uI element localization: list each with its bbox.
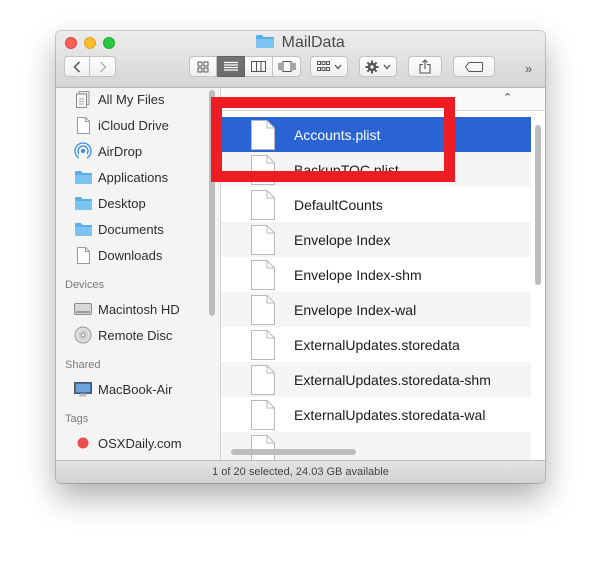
folder-icon [74, 220, 92, 238]
toolbar: MailData » [56, 31, 545, 88]
file-row[interactable]: ExternalUpdates.storedata-shm [221, 362, 531, 397]
file-row[interactable]: ExternalUpdates.storedata [221, 327, 531, 362]
airdrop-icon [74, 142, 92, 160]
sort-indicator-icon: ⌃ [503, 92, 513, 104]
arrange-icon [316, 61, 330, 71]
list-horizontal-scrollbar[interactable] [231, 449, 356, 455]
chevron-right-icon [99, 60, 107, 73]
document-icon [74, 246, 92, 264]
share-icon [419, 59, 431, 74]
file-name: ExternalUpdates.storedata-shm [294, 371, 491, 388]
sidebar: All My Files iCloud Drive AirDrop Applic… [56, 88, 221, 460]
status-bar: 1 of 20 selected, 24.03 GB available [56, 460, 545, 483]
sidebar-item-label: Documents [98, 221, 164, 237]
sidebar-item-label: Desktop [98, 195, 146, 211]
folder-icon [74, 194, 92, 212]
file-row-partial[interactable] [221, 432, 531, 460]
window-title: MailData [56, 34, 545, 52]
tags-header: Tags [65, 413, 89, 425]
view-mode-buttons [189, 56, 301, 77]
file-name: Envelope Index [294, 231, 391, 248]
document-icon [74, 116, 92, 134]
file-row[interactable]: Envelope Index-wal [221, 292, 531, 327]
file-name: Envelope Index-wal [294, 301, 417, 318]
icon-view-button[interactable] [189, 56, 217, 77]
sidebar-item-label: MacBook-Air [98, 381, 173, 397]
cover-flow-icon [278, 61, 295, 72]
list-view-button[interactable] [217, 56, 245, 77]
column-view-button[interactable] [245, 56, 273, 77]
document-icon [251, 364, 275, 395]
file-row[interactable]: DefaultCounts [221, 187, 531, 222]
list-icon [223, 61, 238, 71]
document-icon [251, 294, 275, 325]
document-icon [251, 259, 275, 290]
toolbar-overflow-button[interactable]: » [525, 61, 532, 76]
chevron-down-icon [334, 64, 341, 69]
gear-icon [365, 60, 379, 73]
file-row[interactable]: ExternalUpdates.storedata-wal [221, 397, 531, 432]
document-icon [251, 434, 275, 460]
tag-dot-icon [74, 434, 92, 452]
file-name: ExternalUpdates.storedata-wal [294, 406, 486, 423]
hard-drive-icon [74, 300, 92, 318]
file-name: ExternalUpdates.storedata [294, 336, 460, 353]
devices-header: Devices [65, 279, 105, 291]
sidebar-item-remote-disc[interactable]: Remote Disc [74, 324, 172, 346]
chevron-left-icon [73, 60, 81, 73]
sidebar-item-label: AirDrop [98, 143, 143, 159]
tag-icon [465, 61, 483, 72]
file-name: Envelope Index-shm [294, 266, 422, 283]
sidebar-item-downloads[interactable]: Downloads [74, 244, 162, 266]
sidebar-item-label: Downloads [98, 247, 163, 263]
share-button[interactable] [408, 56, 442, 77]
nav-buttons [64, 56, 116, 77]
sidebar-item-all-my-files[interactable]: All My Files [74, 88, 164, 110]
sidebar-item-desktop[interactable]: Desktop [74, 192, 146, 214]
sidebar-item-icloud-drive[interactable]: iCloud Drive [74, 114, 169, 136]
back-button[interactable] [64, 56, 90, 77]
sidebar-item-macbook-air[interactable]: MacBook-Air [74, 378, 172, 400]
forward-button[interactable] [90, 56, 116, 77]
cover-flow-view-button[interactable] [273, 56, 301, 77]
list-vertical-scrollbar[interactable] [535, 125, 541, 285]
folder-icon [256, 35, 275, 48]
file-row[interactable]: Envelope Index [221, 222, 531, 257]
tag-button[interactable] [453, 56, 495, 77]
file-name: DefaultCounts [294, 196, 383, 213]
document-icon [251, 189, 275, 220]
chevron-down-icon [383, 64, 391, 69]
red-highlight-box [211, 97, 455, 182]
action-button[interactable] [359, 56, 397, 77]
file-row[interactable]: Envelope Index-shm [221, 257, 531, 292]
sidebar-item-label: All My Files [98, 91, 165, 107]
computer-icon [74, 380, 92, 398]
columns-icon [251, 61, 266, 72]
sidebar-item-airdrop[interactable]: AirDrop [74, 140, 142, 162]
grid-icon [197, 61, 209, 72]
window-title-text: MailData [281, 34, 345, 51]
document-icon [251, 399, 275, 430]
arrange-button[interactable] [310, 56, 348, 77]
sidebar-item-label: Macintosh HD [98, 301, 180, 317]
shared-header: Shared [65, 359, 101, 371]
sidebar-item-label: iCloud Drive [98, 117, 169, 133]
folder-icon [74, 168, 92, 186]
sidebar-item-label: Remote Disc [98, 327, 173, 343]
sidebar-item-label: Applications [98, 169, 169, 185]
sidebar-item-tag-osxdaily[interactable]: OSXDaily.com [74, 432, 182, 454]
document-icon [251, 329, 275, 360]
sidebar-item-documents[interactable]: Documents [74, 218, 164, 240]
all-files-icon [74, 90, 92, 108]
sidebar-item-label: OSXDaily.com [98, 435, 182, 451]
disc-icon [74, 326, 92, 344]
sidebar-item-applications[interactable]: Applications [74, 166, 168, 188]
sidebar-item-macintosh-hd[interactable]: Macintosh HD [74, 298, 180, 320]
document-icon [251, 224, 275, 255]
